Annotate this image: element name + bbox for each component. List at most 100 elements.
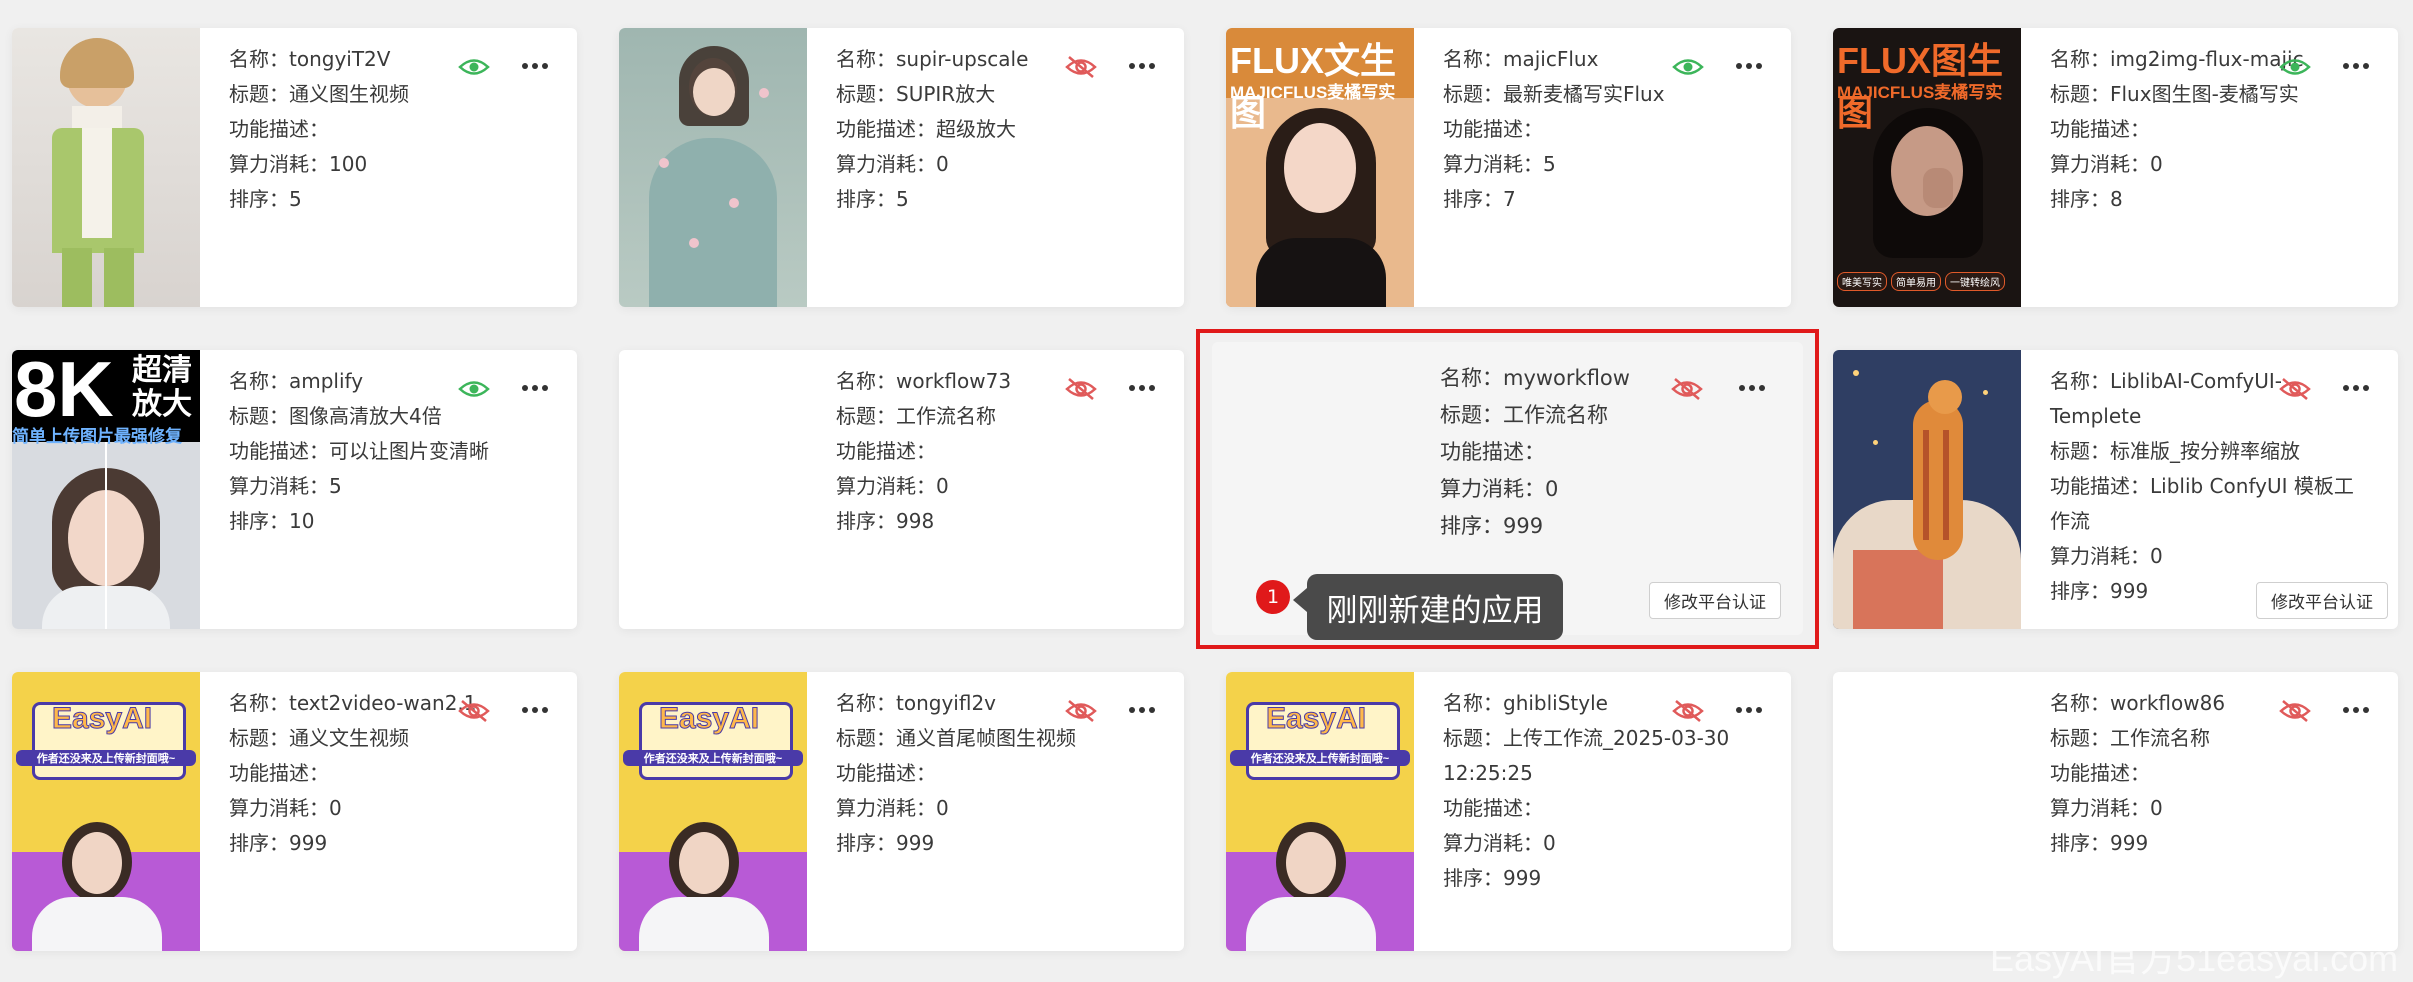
card-name: 名称：img2img-flux-majic bbox=[2050, 47, 2304, 71]
card-title: 标题：图像高清放大4倍 bbox=[229, 404, 442, 428]
thumb-title-text: EasyAI bbox=[658, 702, 760, 736]
card-cost: 算力消耗：0 bbox=[229, 796, 342, 820]
card-title: 标题：通义首尾帧图生视频 bbox=[836, 726, 1076, 750]
hidden-eye-icon[interactable] bbox=[1670, 376, 1704, 402]
workflow-card[interactable]: 名称：workflow86 标题：工作流名称 功能描述： 算力消耗：0 排序：9… bbox=[1833, 672, 2398, 951]
thumb-tag: 唯美写实 bbox=[1837, 272, 1887, 291]
card-desc: 功能描述：可以让图片变清晰 bbox=[229, 439, 489, 463]
workflow-card[interactable]: 名称：supir-upscale 标题：SUPIR放大 功能描述：超级放大 算力… bbox=[619, 28, 1184, 307]
hidden-eye-icon[interactable] bbox=[1671, 698, 1705, 724]
more-options-icon[interactable] bbox=[2338, 696, 2374, 724]
thumb-subtitle-text: 作者还没来及上传新封面哦~ bbox=[16, 750, 196, 766]
card-name: 名称：tongyiT2V bbox=[229, 47, 391, 71]
workflow-card[interactable]: FLUX文生图 MAJICFLUS麦橘写实 名称：majicFlux 标题：最新… bbox=[1226, 28, 1791, 307]
card-thumbnail: 8K 超清放大 简单上传图片最强修复 bbox=[12, 350, 200, 629]
visible-eye-icon[interactable] bbox=[457, 376, 491, 402]
card-desc: 功能描述： bbox=[836, 761, 936, 785]
thumb-title-text: EasyAI bbox=[51, 702, 153, 736]
card-sort: 排序：7 bbox=[1443, 187, 1516, 211]
new-app-tooltip: 刚刚新建的应用 bbox=[1293, 574, 1563, 640]
thumb-subtitle-text: 超清放大 bbox=[132, 354, 192, 421]
card-desc: 功能描述： bbox=[1443, 117, 1543, 141]
card-sort: 排序：999 bbox=[2050, 831, 2149, 855]
thumb-subtitle-text: MAJICFLUS麦橘写实 bbox=[1230, 83, 1396, 102]
card-title: 标题：标准版_按分辨率缩放 bbox=[2050, 439, 2300, 463]
more-options-icon[interactable] bbox=[517, 52, 553, 80]
card-title: 标题：通义文生视频 bbox=[229, 726, 409, 750]
workflow-card[interactable]: 名称：tongyiT2V 标题：通义图生视频 功能描述： 算力消耗：100 排序… bbox=[12, 28, 577, 307]
thumb-caption-text: 简单上传图片最强修复 bbox=[12, 427, 182, 446]
hidden-eye-icon[interactable] bbox=[2278, 698, 2312, 724]
card-thumbnail: EasyAI 作者还没来及上传新封面哦~ bbox=[1226, 672, 1414, 951]
card-thumbnail bbox=[12, 28, 200, 307]
card-thumbnail: FLUX文生图 MAJICFLUS麦橘写实 bbox=[1226, 28, 1414, 307]
more-options-icon[interactable] bbox=[1731, 52, 1767, 80]
workflow-card[interactable]: 名称：workflow73 标题：工作流名称 功能描述： 算力消耗：0 排序：9… bbox=[619, 350, 1184, 629]
card-cost: 算力消耗：5 bbox=[229, 474, 342, 498]
workflow-card[interactable]: EasyAI 作者还没来及上传新封面哦~ 名称：text2video-wan2.… bbox=[12, 672, 577, 951]
modify-platform-auth-button[interactable]: 修改平台认证 bbox=[2256, 582, 2388, 619]
workflow-card[interactable]: 名称：LiblibAI-ComfyUI-Templete 标题：标准版_按分辨率… bbox=[1833, 350, 2398, 629]
card-thumbnail bbox=[619, 28, 807, 307]
more-options-icon[interactable] bbox=[1124, 374, 1160, 402]
card-cost: 算力消耗：0 bbox=[2050, 152, 2163, 176]
card-title: 标题：SUPIR放大 bbox=[836, 82, 996, 106]
more-options-icon[interactable] bbox=[517, 374, 553, 402]
card-title: 标题：Flux图生图-麦橘写实 bbox=[2050, 82, 2299, 106]
workflow-card[interactable]: EasyAI 作者还没来及上传新封面哦~ 名称：tongyifl2v 标题：通义… bbox=[619, 672, 1184, 951]
card-title: 标题：工作流名称 bbox=[1440, 403, 1608, 427]
visible-eye-icon[interactable] bbox=[2278, 54, 2312, 80]
card-name: 名称：tongyifl2v bbox=[836, 691, 996, 715]
workflow-card[interactable]: 8K 超清放大 简单上传图片最强修复 名称：amplify 标题：图像高清放大4… bbox=[12, 350, 577, 629]
card-sort: 排序：999 bbox=[229, 831, 328, 855]
card-thumbnail bbox=[1833, 672, 2021, 951]
card-sort: 排序：8 bbox=[2050, 187, 2123, 211]
card-sort: 排序：10 bbox=[229, 509, 315, 533]
card-name: 名称：ghibliStyle bbox=[1443, 691, 1608, 715]
card-name: 名称：workflow86 bbox=[2050, 691, 2226, 715]
card-name: 名称：myworkflow bbox=[1440, 366, 1630, 390]
more-options-icon[interactable] bbox=[517, 696, 553, 724]
card-cost: 算力消耗：0 bbox=[836, 152, 949, 176]
hidden-eye-icon[interactable] bbox=[1064, 54, 1098, 80]
card-cost: 算力消耗：0 bbox=[2050, 796, 2163, 820]
more-options-icon[interactable] bbox=[1124, 52, 1160, 80]
workflow-card[interactable]: EasyAI 作者还没来及上传新封面哦~ 名称：ghibliStyle 标题：上… bbox=[1226, 672, 1791, 951]
hidden-eye-icon[interactable] bbox=[1064, 698, 1098, 724]
card-name: 名称：supir-upscale bbox=[836, 47, 1029, 71]
card-name: 名称：majicFlux bbox=[1443, 47, 1599, 71]
card-desc: 功能描述：Liblib ConfyUI 模板工作流 bbox=[2050, 474, 2354, 533]
card-desc: 功能描述： bbox=[229, 761, 329, 785]
visible-eye-icon[interactable] bbox=[457, 54, 491, 80]
card-name: 名称：LiblibAI-ComfyUI-Templete bbox=[2050, 369, 2282, 428]
modify-platform-auth-button[interactable]: 修改平台认证 bbox=[1649, 582, 1781, 619]
card-sort: 排序：999 bbox=[836, 831, 935, 855]
thumb-subtitle-text: MAJICFLUS麦橘写实 bbox=[1837, 83, 2003, 102]
card-desc: 功能描述： bbox=[1443, 796, 1543, 820]
thumb-tag: 简单易用 bbox=[1891, 272, 1941, 291]
card-sort: 排序：999 bbox=[1440, 514, 1544, 538]
card-thumbnail: FLUX图生图 MAJICFLUS麦橘写实 唯美写实 简单易用 一键转绘风 bbox=[1833, 28, 2021, 307]
card-sort: 排序：5 bbox=[836, 187, 909, 211]
workflow-card[interactable]: FLUX图生图 MAJICFLUS麦橘写实 唯美写实 简单易用 一键转绘风 名称… bbox=[1833, 28, 2398, 307]
card-sort: 排序：5 bbox=[229, 187, 302, 211]
card-desc: 功能描述： bbox=[2050, 117, 2150, 141]
more-options-icon[interactable] bbox=[1734, 374, 1770, 402]
visible-eye-icon[interactable] bbox=[1671, 54, 1705, 80]
watermark: EasyAI官方51easyai.com bbox=[1990, 938, 2399, 979]
more-options-icon[interactable] bbox=[1731, 696, 1767, 724]
card-sort: 排序：999 bbox=[1443, 866, 1542, 890]
more-options-icon[interactable] bbox=[2338, 52, 2374, 80]
card-desc: 功能描述： bbox=[836, 439, 936, 463]
card-desc: 功能描述： bbox=[2050, 761, 2150, 785]
card-thumbnail: EasyAI 作者还没来及上传新封面哦~ bbox=[619, 672, 807, 951]
hidden-eye-icon[interactable] bbox=[457, 698, 491, 724]
card-cost: 算力消耗：0 bbox=[1440, 477, 1559, 501]
hidden-eye-icon[interactable] bbox=[2278, 376, 2312, 402]
card-title: 标题：通义图生视频 bbox=[229, 82, 409, 106]
more-options-icon[interactable] bbox=[1124, 696, 1160, 724]
hidden-eye-icon[interactable] bbox=[1064, 376, 1098, 402]
more-options-icon[interactable] bbox=[2338, 374, 2374, 402]
card-cost: 算力消耗：0 bbox=[836, 796, 949, 820]
card-thumbnail bbox=[619, 350, 807, 629]
